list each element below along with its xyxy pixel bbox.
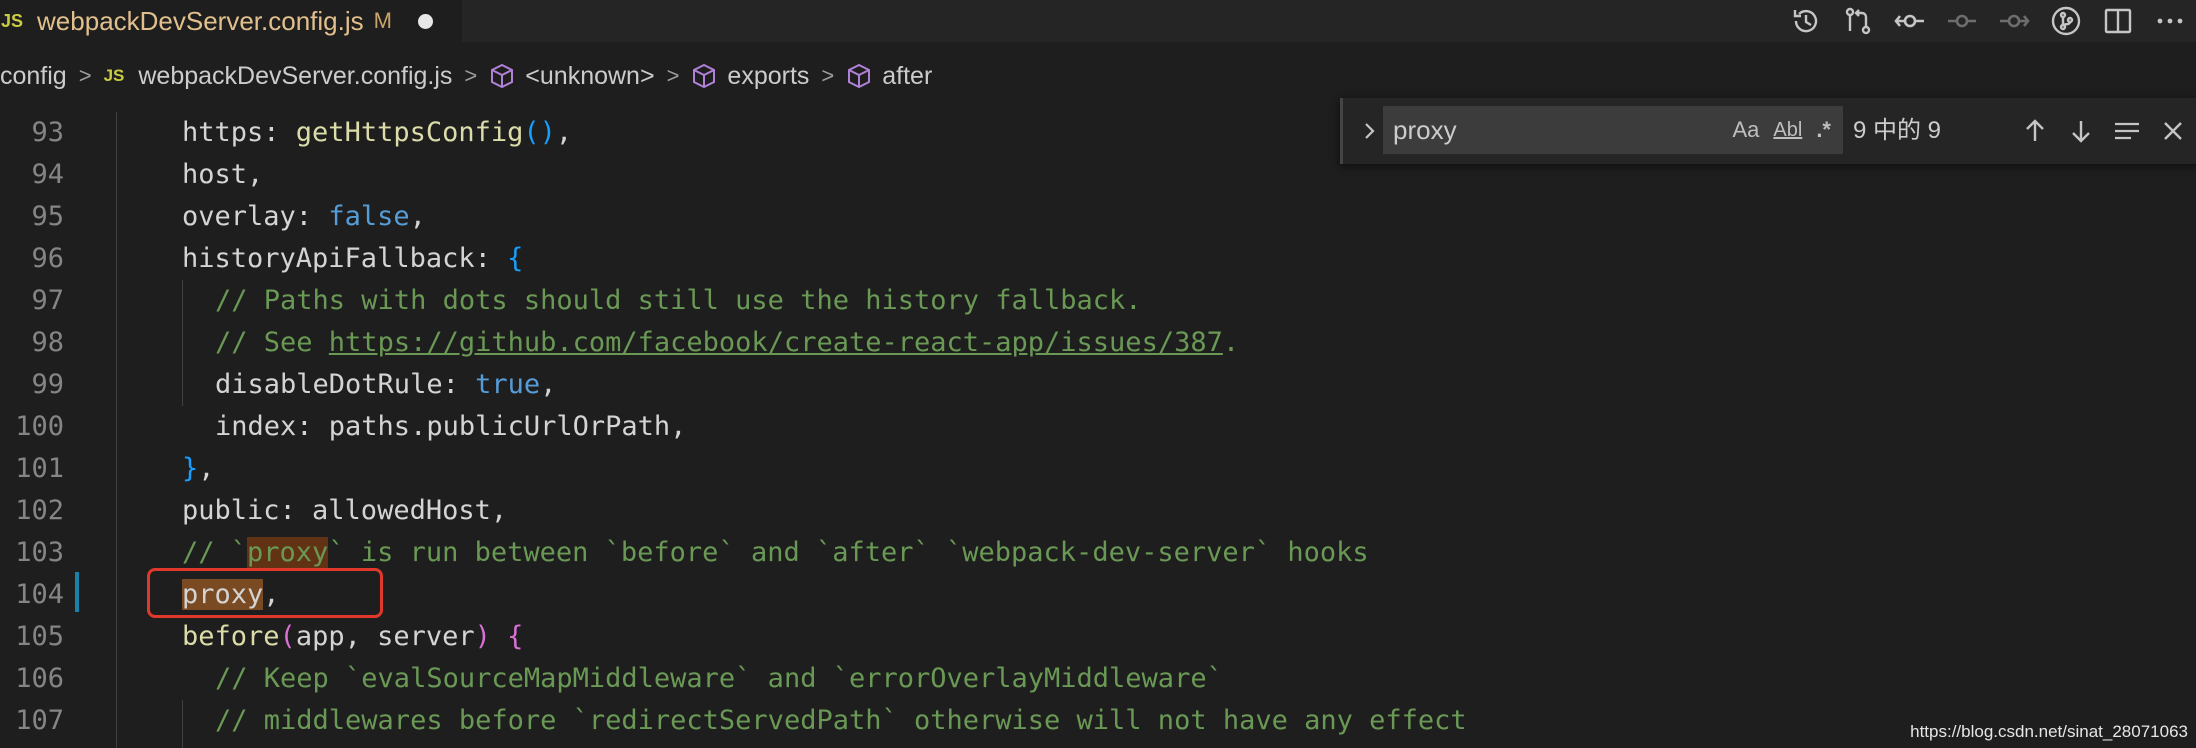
annotation-highlight-box	[147, 568, 383, 618]
code-line: 99 disableDotRule: true,	[0, 364, 2196, 406]
match-whole-word-toggle[interactable]: Abl	[1773, 119, 1802, 142]
more-actions-icon[interactable]	[2144, 0, 2196, 42]
use-regex-toggle[interactable]: .*	[1816, 117, 1831, 143]
line-number: 93	[31, 117, 64, 148]
code-text: overlay: false,	[182, 201, 426, 232]
breadcrumb-symbol-exports[interactable]: exports	[727, 62, 809, 91]
arrow-up-icon	[2026, 119, 2044, 141]
split-editor-icon[interactable]	[2092, 0, 2144, 42]
code-editor[interactable]: 93 https: getHttpsConfig(), 94 host, 95 …	[0, 112, 2196, 748]
line-number: 96	[31, 243, 64, 274]
editor-tab-bar: JS webpackDevServer.config.js M	[0, 0, 2196, 42]
line-number: 105	[15, 621, 64, 652]
code-text: public: allowedHost,	[182, 495, 508, 526]
chevron-right-icon: >	[78, 63, 92, 88]
unsaved-dot-icon[interactable]	[417, 13, 433, 29]
find-widget: proxy Aa Abl .* 9 中的 9	[1340, 98, 2196, 164]
line-number: 94	[31, 159, 64, 190]
editor-actions	[1780, 0, 2196, 42]
find-in-selection-button[interactable]	[2111, 115, 2143, 147]
line-number: 103	[15, 537, 64, 568]
breadcrumb-symbol-after[interactable]: after	[882, 62, 932, 91]
code-line: 101 },	[0, 448, 2196, 490]
code-line: 106 // Keep `evalSourceMapMiddleware` an…	[0, 658, 2196, 700]
breadcrumb-symbol-unknown[interactable]: <unknown>	[525, 62, 654, 91]
code-line: 102 public: allowedHost,	[0, 490, 2196, 532]
code-text: },	[182, 453, 215, 484]
git-graph-icon[interactable]	[2040, 0, 2092, 42]
code-line: 96 historyApiFallback: {	[0, 238, 2196, 280]
code-line: 107 // middlewares before `redirectServe…	[0, 700, 2196, 742]
javascript-file-icon: JS	[103, 66, 125, 85]
line-number: 95	[31, 201, 64, 232]
find-options: Aa Abl .*	[1732, 106, 1831, 154]
line-number: 104	[15, 579, 64, 610]
code-text: disableDotRule: true,	[215, 369, 557, 400]
symbol-module-icon	[693, 63, 716, 89]
toggle-replace-chevron-icon[interactable]	[1355, 116, 1385, 146]
line-number: 102	[15, 495, 64, 526]
line-number: 97	[31, 285, 64, 316]
line-number: 100	[15, 411, 64, 442]
editor-tab-active[interactable]: JS webpackDevServer.config.js M	[0, 0, 462, 42]
code-line: 98 // See https://github.com/facebook/cr…	[0, 322, 2196, 364]
line-number: 99	[31, 369, 64, 400]
previous-change-icon[interactable]	[1936, 0, 1988, 42]
chevron-right-icon: >	[821, 63, 835, 88]
find-in-selection-icon	[2115, 122, 2139, 140]
chevron-right-icon: >	[464, 63, 478, 88]
find-navigation	[2019, 98, 2189, 164]
breadcrumb-folder[interactable]: config	[0, 62, 67, 91]
line-number: 101	[15, 453, 64, 484]
history-icon[interactable]	[1780, 0, 1832, 42]
find-input[interactable]: proxy	[1393, 106, 1457, 154]
modified-status-badge: M	[373, 8, 392, 33]
close-icon	[2164, 122, 2182, 140]
code-line: 95 overlay: false,	[0, 196, 2196, 238]
next-match-button[interactable]	[2065, 115, 2097, 147]
line-number: 107	[15, 705, 64, 736]
match-case-toggle[interactable]: Aa	[1732, 117, 1759, 143]
code-comment: // middlewares before `redirectServedPat…	[215, 705, 1467, 736]
comment-link[interactable]: https://github.com/facebook/create-react…	[329, 327, 1223, 358]
code-comment: // Paths with dots should still use the …	[215, 285, 1142, 316]
match-count: 9 中的 9	[1853, 117, 1942, 144]
code-line: 97 // Paths with dots should still use t…	[0, 280, 2196, 322]
code-line: 105 before(app, server) {	[0, 616, 2196, 658]
close-find-button[interactable]	[2157, 115, 2189, 147]
code-text: host,	[182, 159, 264, 190]
compare-changes-icon[interactable]	[1832, 0, 1884, 42]
find-input-box: proxy Aa Abl .*	[1383, 106, 1843, 154]
code-text: before(app, server) {	[182, 621, 524, 652]
search-match-highlight: proxy	[247, 537, 329, 568]
code-text: historyApiFallback: {	[182, 243, 524, 274]
code-line: 100 index: paths.publicUrlOrPath,	[0, 406, 2196, 448]
code-comment: // See https://github.com/facebook/creat…	[215, 327, 1240, 358]
symbol-module-icon	[848, 63, 871, 89]
watermark: https://blog.csdn.net/sinat_28071063	[1910, 722, 2188, 741]
javascript-file-icon: JS	[1, 10, 24, 31]
git-commit-icon[interactable]	[1884, 0, 1936, 42]
breadcrumb: config > JS webpackDevServer.config.js >…	[0, 56, 932, 96]
tab-filename: webpackDevServer.config.js	[37, 5, 364, 36]
breadcrumb-file[interactable]: webpackDevServer.config.js	[138, 62, 452, 91]
code-text: https: getHttpsConfig(),	[182, 117, 573, 148]
code-text: index: paths.publicUrlOrPath,	[215, 411, 687, 442]
chevron-right-icon: >	[666, 63, 680, 88]
previous-match-button[interactable]	[2019, 115, 2051, 147]
symbol-module-icon	[491, 63, 514, 89]
line-number: 98	[31, 327, 64, 358]
line-number: 106	[15, 663, 64, 694]
arrow-down-icon	[2072, 121, 2090, 143]
next-change-icon[interactable]	[1988, 0, 2040, 42]
code-comment: // Keep `evalSourceMapMiddleware` and `e…	[215, 663, 1223, 694]
